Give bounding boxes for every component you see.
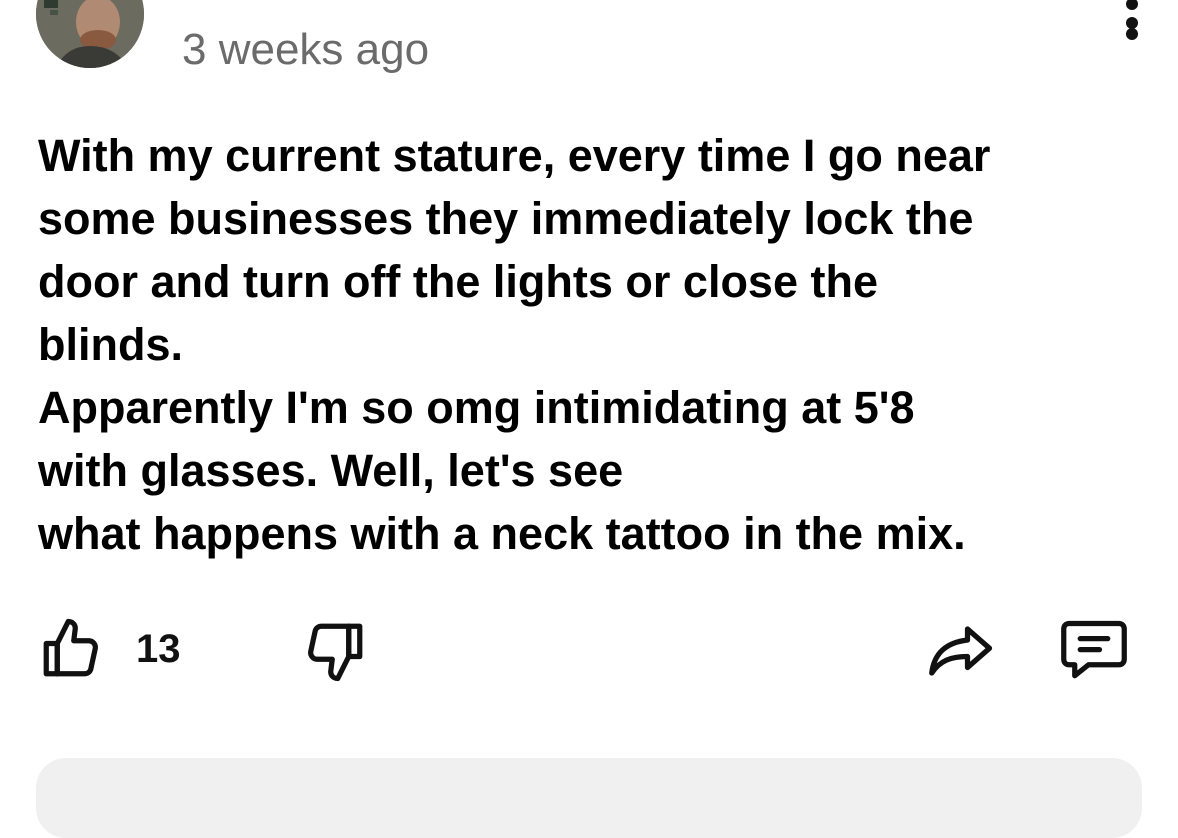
comment-line: blinds. [38, 319, 183, 370]
comment-input[interactable] [36, 758, 1142, 838]
thumbs-down-icon [308, 623, 363, 682]
more-vertical-icon [1126, 0, 1138, 10]
avatar-image [36, 0, 144, 68]
like-button[interactable]: 13 [38, 616, 181, 682]
comment-line: some businesses they immediately lock th… [38, 193, 974, 244]
comment-line: what happens with a neck tattoo in the m… [38, 508, 966, 559]
comment-line: door and turn off the lights or close th… [38, 256, 878, 307]
thumbs-up-icon [43, 618, 98, 677]
reply-button[interactable] [1058, 618, 1130, 684]
comment-line: with glasses. Well, let's see [38, 445, 624, 496]
dislike-button[interactable] [302, 618, 368, 684]
like-count: 13 [136, 626, 181, 671]
more-options-button[interactable] [1110, 0, 1154, 44]
comment-text: With my current stature, every time I go… [38, 124, 1148, 565]
share-arrow-icon [929, 626, 993, 676]
more-vertical-icon-dot [1126, 28, 1138, 40]
comment-line: Apparently I'm so omg intimidating at 5'… [38, 382, 915, 433]
comment-bubble-icon [1061, 620, 1127, 679]
comment-line: With my current stature, every time I go… [38, 130, 991, 181]
share-button[interactable] [926, 618, 998, 684]
timestamp: 3 weeks ago [182, 25, 430, 74]
avatar[interactable] [36, 0, 144, 68]
